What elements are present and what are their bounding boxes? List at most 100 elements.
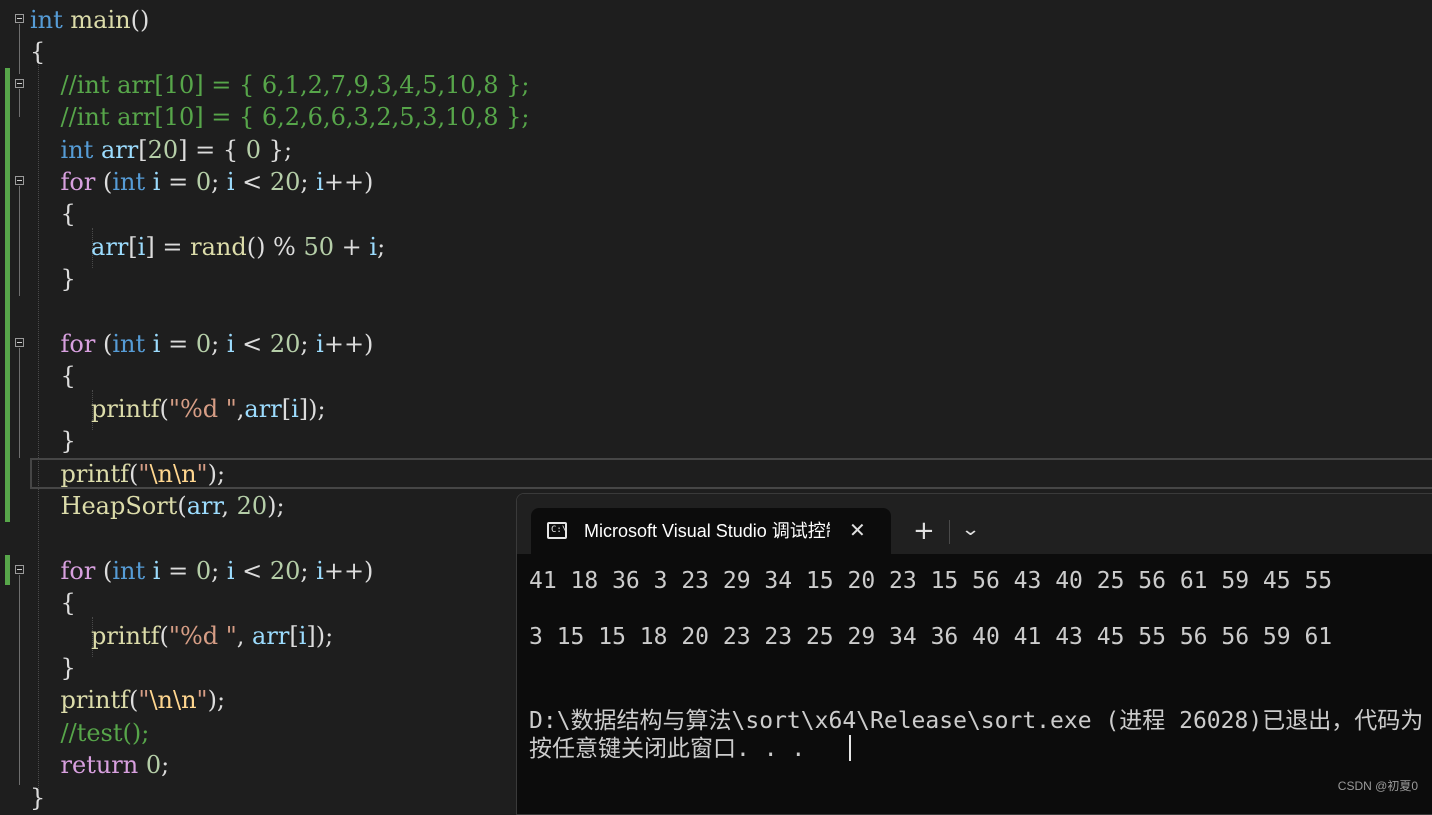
- code-token: =: [160, 556, 196, 585]
- code-line[interactable]: printf("\n\n");: [30, 458, 226, 490]
- code-token: +: [334, 232, 370, 261]
- code-line[interactable]: printf("%d ", arr[i]);: [30, 620, 333, 652]
- code-token: ;: [300, 330, 317, 358]
- code-token: 0: [195, 330, 212, 358]
- code-line[interactable]: HeapSort(arr, 20);: [30, 490, 285, 522]
- code-token: i: [226, 330, 235, 358]
- code-line[interactable]: int main(): [30, 4, 149, 36]
- fold-region-line: [19, 348, 20, 458]
- code-token: [: [128, 232, 138, 261]
- code-line[interactable]: for (int i = 0; i < 20; i++): [30, 166, 374, 198]
- fold-toggle-icon[interactable]: [15, 14, 24, 23]
- fold-region-line: [19, 89, 20, 117]
- code-line[interactable]: arr[i] = rand() % 50 + i;: [30, 231, 385, 263]
- code-line[interactable]: {: [30, 198, 76, 230]
- code-token: 20: [269, 168, 301, 196]
- code-token: ": [138, 459, 150, 488]
- code-token: int: [112, 556, 146, 585]
- code-token: ]);: [298, 394, 326, 423]
- output-line-exit: D:\数据结构与算法\sort\x64\Release\sort.exe (进程…: [529, 708, 1432, 734]
- code-line[interactable]: }: [30, 652, 76, 684]
- code-token: 20: [147, 135, 179, 164]
- code-token: =: [160, 330, 196, 358]
- code-token: for: [60, 556, 96, 585]
- output-line-prompt: 按任意键关闭此窗口. . .: [529, 736, 806, 762]
- close-icon[interactable]: ✕: [849, 518, 866, 542]
- code-line[interactable]: }: [30, 425, 76, 457]
- code-line[interactable]: {: [30, 36, 45, 68]
- code-token: }: [60, 654, 76, 682]
- code-token: rand: [190, 232, 247, 261]
- code-token: ] =: [145, 232, 191, 261]
- code-line[interactable]: }: [30, 782, 45, 814]
- code-line[interactable]: int arr[20] = { 0 };: [30, 134, 293, 166]
- code-token: (: [159, 621, 169, 650]
- code-token: \n\n: [149, 686, 197, 715]
- code-line[interactable]: return 0;: [30, 749, 170, 781]
- code-line[interactable]: {: [30, 587, 76, 619]
- code-line[interactable]: }: [30, 263, 76, 295]
- code-token: arr: [244, 394, 282, 423]
- code-token: int: [112, 168, 146, 196]
- code-token: (: [129, 686, 139, 715]
- code-line[interactable]: printf("\n\n");: [30, 684, 226, 716]
- code-token: return: [60, 751, 139, 780]
- code-token: int: [60, 135, 94, 164]
- code-token: main: [70, 6, 131, 34]
- code-token: (): [130, 6, 150, 34]
- code-token: ,: [236, 621, 253, 650]
- code-token: \n\n: [149, 459, 197, 488]
- code-line[interactable]: for (int i = 0; i < 20; i++): [30, 328, 374, 360]
- chevron-down-icon[interactable]: ⌄: [961, 518, 981, 542]
- code-token: );: [207, 686, 226, 715]
- code-token: 0: [245, 135, 262, 164]
- code-token: i: [316, 330, 324, 358]
- output-line-sorted: 3 15 15 18 20 23 23 25 29 34 36 40 41 43…: [529, 624, 1333, 650]
- fold-toggle-icon[interactable]: [15, 176, 24, 185]
- new-tab-icon[interactable]: +: [913, 514, 935, 548]
- fold-toggle-icon[interactable]: [15, 338, 24, 347]
- terminal-tab[interactable]: C:\ Microsoft Visual Studio 调试控制台 ✕: [531, 508, 891, 554]
- code-token: (: [95, 330, 113, 358]
- fold-toggle-icon[interactable]: [15, 79, 24, 88]
- fold-toggle-icon[interactable]: [15, 565, 24, 574]
- code-token: 0: [195, 168, 212, 196]
- code-token: 20: [269, 556, 301, 585]
- code-token: printf: [91, 621, 160, 650]
- fold-region-line: [19, 24, 20, 74]
- code-line[interactable]: for (int i = 0; i < 20; i++): [30, 555, 374, 587]
- code-token: (: [177, 492, 187, 520]
- code-token: ;: [377, 232, 386, 261]
- fold-region-line: [19, 186, 20, 296]
- code-line[interactable]: {: [30, 360, 76, 392]
- code-line[interactable]: //int arr[10] = { 6,1,2,7,9,3,4,5,10,8 }…: [30, 69, 530, 101]
- debug-console-window[interactable]: C:\ Microsoft Visual Studio 调试控制台 ✕ + ⌄ …: [516, 493, 1432, 815]
- code-line[interactable]: //test();: [30, 717, 150, 749]
- code-line[interactable]: printf("%d ",arr[i]);: [30, 393, 326, 425]
- code-token: [: [281, 394, 292, 423]
- code-token: //test();: [60, 718, 150, 747]
- code-token: }: [30, 783, 46, 812]
- code-line[interactable]: //int arr[10] = { 6,2,6,6,3,2,5,3,10,8 }…: [30, 101, 530, 133]
- code-token: (: [95, 556, 113, 585]
- code-token: HeapSort: [60, 492, 178, 520]
- code-token: <: [234, 330, 270, 358]
- code-token: arr: [186, 492, 222, 520]
- code-token: for: [60, 168, 96, 196]
- code-token: ;: [300, 556, 317, 585]
- code-token: (: [159, 394, 169, 423]
